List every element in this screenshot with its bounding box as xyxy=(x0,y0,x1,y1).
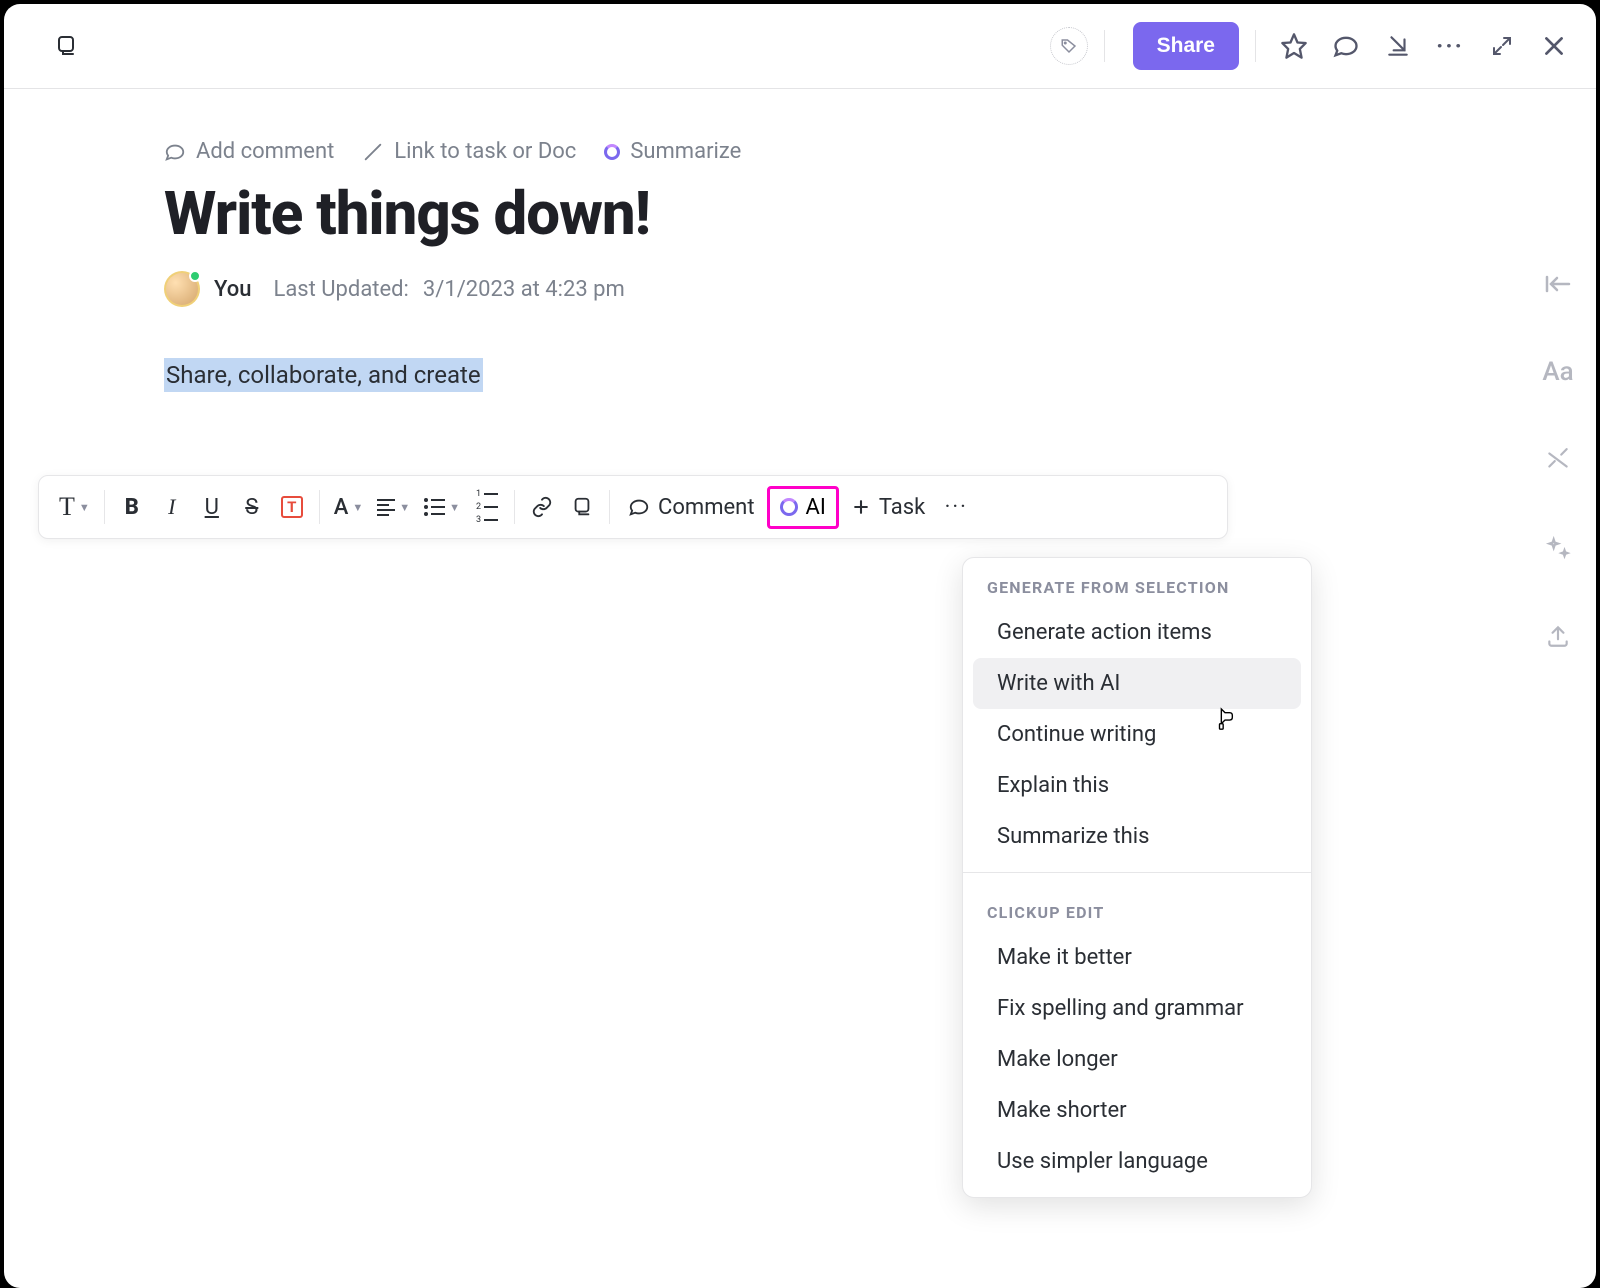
bullet-list-dropdown[interactable]: ▼ xyxy=(418,485,466,529)
updated-value: 3/1/2023 at 4:23 pm xyxy=(423,277,625,302)
menu-make-longer[interactable]: Make longer xyxy=(973,1034,1301,1085)
ai-button[interactable]: AI xyxy=(767,486,839,529)
star-icon[interactable] xyxy=(1272,24,1316,68)
comment-button[interactable]: Comment xyxy=(618,485,764,529)
link-task-action[interactable]: Link to task or Doc xyxy=(362,139,576,164)
link-task-label: Link to task or Doc xyxy=(394,139,576,164)
top-header: Share ··· xyxy=(4,4,1596,89)
selected-text: Share, collaborate, and create xyxy=(164,358,483,392)
toolbar-more-button[interactable]: ··· xyxy=(937,485,975,529)
align-dropdown[interactable]: ▼ xyxy=(371,485,416,529)
font-size-icon[interactable]: Aa xyxy=(1538,352,1578,392)
ai-dropdown-menu: GENERATE FROM SELECTION Generate action … xyxy=(962,557,1312,1198)
italic-button[interactable]: I xyxy=(153,485,191,529)
shuffle-icon[interactable] xyxy=(1538,440,1578,480)
avatar[interactable] xyxy=(164,271,200,307)
floating-toolbar: T ▼ B I U S T A ▼ ▼ ▼ 1 xyxy=(38,475,1228,539)
menu-write-with-ai[interactable]: Write with AI xyxy=(973,658,1301,709)
dropdown-header-edit: CLICKUP EDIT xyxy=(963,883,1311,932)
bold-button[interactable]: B xyxy=(113,485,151,529)
tag-button[interactable] xyxy=(1050,27,1088,65)
summarize-action[interactable]: Summarize xyxy=(604,139,741,164)
underline-button[interactable]: U xyxy=(193,485,231,529)
header-divider xyxy=(1104,30,1105,62)
ai-icon xyxy=(780,498,798,516)
header-divider xyxy=(1255,30,1256,62)
doc-title[interactable]: Write things down! xyxy=(164,178,1436,249)
numbered-list-button[interactable]: 1 2 3 xyxy=(468,485,506,529)
collapse-icon[interactable] xyxy=(1538,264,1578,304)
author-name: You xyxy=(214,277,251,302)
sparkle-icon[interactable] xyxy=(1538,528,1578,568)
more-icon[interactable]: ··· xyxy=(1428,24,1472,68)
task-button[interactable]: Task xyxy=(841,485,935,529)
subtask-icon[interactable] xyxy=(44,24,88,68)
menu-generate-action-items[interactable]: Generate action items xyxy=(973,607,1301,658)
textcolor-button[interactable]: T xyxy=(273,485,311,529)
add-comment-label: Add comment xyxy=(196,139,334,164)
strikethrough-button[interactable]: S xyxy=(233,485,271,529)
doc-body[interactable]: Share, collaborate, and create xyxy=(164,361,1436,389)
menu-continue-writing[interactable]: Continue writing xyxy=(973,709,1301,760)
doc-actions-row: Add comment Link to task or Doc Summariz… xyxy=(164,139,1436,164)
subtask-button[interactable] xyxy=(563,485,601,529)
download-icon[interactable] xyxy=(1376,24,1420,68)
comment-icon[interactable] xyxy=(1324,24,1368,68)
summarize-label: Summarize xyxy=(630,139,741,164)
right-rail: Aa xyxy=(1538,264,1578,656)
menu-summarize-this[interactable]: Summarize this xyxy=(973,811,1301,862)
text-style-dropdown[interactable]: T ▼ xyxy=(53,485,96,529)
dropdown-header-generate: GENERATE FROM SELECTION xyxy=(963,558,1311,607)
link-button[interactable] xyxy=(523,485,561,529)
add-comment-action[interactable]: Add comment xyxy=(164,139,334,164)
fontcolor-dropdown[interactable]: A ▼ xyxy=(328,485,369,529)
updated-label: Last Updated: xyxy=(273,277,408,302)
menu-explain-this[interactable]: Explain this xyxy=(973,760,1301,811)
share-button[interactable]: Share xyxy=(1133,22,1239,70)
close-icon[interactable] xyxy=(1532,24,1576,68)
menu-make-shorter[interactable]: Make shorter xyxy=(973,1085,1301,1136)
menu-make-better[interactable]: Make it better xyxy=(973,932,1301,983)
upload-icon[interactable] xyxy=(1538,616,1578,656)
expand-icon[interactable] xyxy=(1480,24,1524,68)
menu-fix-spelling[interactable]: Fix spelling and grammar xyxy=(973,983,1301,1034)
menu-simpler-language[interactable]: Use simpler language xyxy=(973,1136,1301,1187)
doc-meta-row: You Last Updated: 3/1/2023 at 4:23 pm xyxy=(164,271,1436,307)
presence-dot xyxy=(189,270,201,282)
